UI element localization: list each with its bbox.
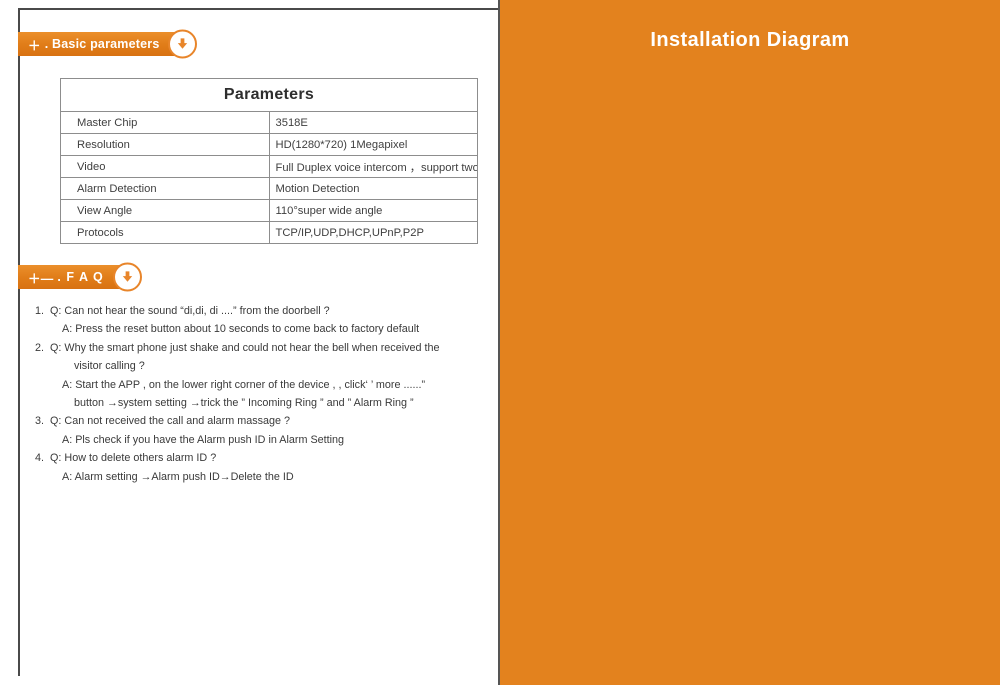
param-key: Video — [60, 155, 270, 178]
faq-answer-cont: button →system setting →trick the ” Inco… — [74, 397, 414, 410]
down-arrow-icon[interactable] — [112, 262, 142, 292]
section-prefix-faq: ＋— — [28, 271, 54, 286]
list-item: 1. Q: Can not hear the sound “di,di, di … — [24, 302, 492, 339]
faq-number: 1. — [34, 305, 44, 317]
faq-answer: A: Press the reset button about 10 secon… — [62, 323, 420, 336]
section-prefix-basic: ＋ — [28, 38, 41, 53]
left-panel: ＋ . Basic parameters Parameters Master C… — [0, 0, 500, 685]
param-key: Alarm Detection — [60, 177, 270, 200]
table-row: View Angle 110°super wide angle — [60, 199, 478, 222]
table-row: Master Chip 3518E — [60, 111, 478, 134]
faq-answer: A: Alarm setting →Alarm push ID→Delete t… — [62, 470, 294, 483]
table-row: Resolution HD(1280*720) 1Megapixel — [60, 133, 478, 156]
faq-number: 4. — [34, 452, 44, 465]
parameters-table: Parameters Master Chip 3518E Resolution … — [60, 78, 478, 244]
faq-question: Q: Can not hear the sound “di,di, di ...… — [50, 305, 330, 317]
down-arrow-icon[interactable] — [168, 29, 198, 59]
param-value: HD(1280*720) 1Megapixel — [268, 133, 478, 156]
param-value: Full Duplex voice intercom ，support two-… — [268, 155, 478, 178]
faq-number: 3. — [34, 415, 44, 428]
page-title: Installation Diagram — [650, 29, 850, 51]
faq-question: Q: Why the smart phone just shake and co… — [50, 341, 440, 354]
param-key: Protocols — [60, 221, 270, 244]
faq-answer: A: Start the APP , on the lower right co… — [62, 378, 426, 391]
faq-answer: A: Pls check if you have the Alarm push … — [62, 433, 345, 446]
right-panel-installation-diagram: Installation Diagram Electromagnetic Loc… — [500, 0, 1000, 685]
parameters-title: Parameters — [60, 78, 478, 112]
list-item: 3. Q: Can not received the call and alar… — [24, 412, 492, 449]
param-key: View Angle — [60, 199, 270, 222]
section-header-basic-parameters[interactable]: ＋ . Basic parameters — [18, 29, 198, 59]
section-label-faq: . F A Q — [57, 270, 104, 284]
table-row: Protocols TCP/IP,UDP,DHCP,UPnP,P2P — [60, 221, 478, 244]
list-item: 2. Q: Why the smart phone just shake and… — [24, 339, 492, 413]
panel-border-left — [18, 8, 20, 676]
param-value: TCP/IP,UDP,DHCP,UPnP,P2P — [268, 221, 478, 244]
param-value: Motion Detection — [268, 177, 478, 200]
faq-list: 1. Q: Can not hear the sound “di,di, di … — [24, 302, 492, 486]
param-value: 3518E — [268, 111, 478, 134]
param-key: Master Chip — [60, 111, 270, 134]
table-row: Alarm Detection Motion Detection — [60, 177, 478, 200]
faq-question: Q: Can not received the call and alarm m… — [50, 415, 291, 428]
table-row: Video Full Duplex voice intercom ，suppor… — [60, 155, 478, 178]
faq-question: Q: How to delete others alarm ID ? — [50, 452, 217, 465]
param-key: Resolution — [60, 133, 270, 156]
list-item: 4. Q: How to delete others alarm ID ? A:… — [24, 449, 492, 486]
param-value: 110°super wide angle — [268, 199, 478, 222]
section-header-faq[interactable]: ＋— . F A Q — [18, 262, 142, 292]
section-label-basic: . Basic parameters — [44, 37, 160, 51]
table-row-title: Parameters — [60, 78, 478, 112]
panel-border-top — [18, 8, 500, 10]
faq-question-cont: visitor calling ? — [74, 360, 145, 373]
faq-number: 2. — [34, 341, 44, 354]
